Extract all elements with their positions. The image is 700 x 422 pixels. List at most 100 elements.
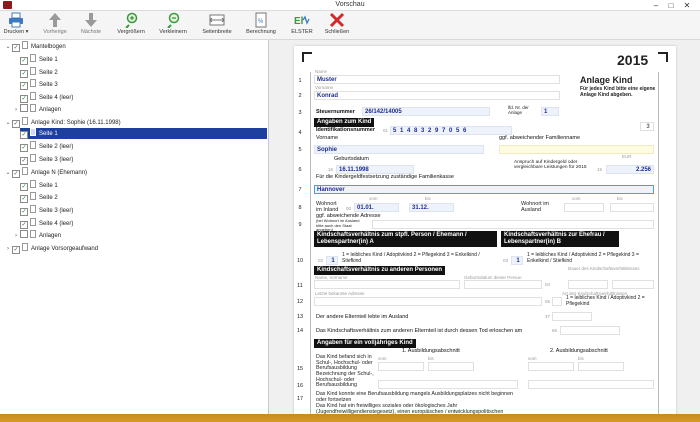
expand-icon[interactable]: ›: [12, 231, 20, 242]
checkbox[interactable]: ✓: [20, 70, 28, 78]
relation-b-field[interactable]: 1: [511, 256, 523, 265]
section-other-persons-header: Kindschaftsverhältnis zu anderen Persone…: [314, 266, 446, 275]
firstname-field[interactable]: Konrad: [314, 91, 560, 100]
collapse-icon[interactable]: ⌄: [4, 118, 12, 129]
close-window-button[interactable]: ✕: [681, 0, 693, 11]
calculator-icon: %: [255, 12, 267, 28]
previous-button[interactable]: Vorherige: [40, 12, 70, 39]
minimize-button[interactable]: –: [650, 0, 662, 11]
checkbox[interactable]: ✓: [20, 95, 28, 103]
tree-node-mantelbogen[interactable]: ⌄ ✓ Mantelbogen: [4, 41, 66, 52]
collapse-icon[interactable]: ⌄: [4, 168, 12, 179]
row16-field-2[interactable]: [528, 380, 654, 389]
checkbox[interactable]: ✓: [20, 208, 28, 216]
next-button[interactable]: Nächste: [77, 12, 105, 39]
form-year: 2015: [617, 52, 649, 68]
idno-field[interactable]: 5 1 4 8 3 2 9 7 0 5 6: [390, 126, 512, 135]
checkbox[interactable]: ✓: [20, 57, 28, 65]
ausland-to-field[interactable]: [610, 203, 654, 212]
folder-icon: [22, 117, 28, 125]
row13-field[interactable]: [560, 326, 620, 335]
zoom-out-button[interactable]: Verkleinern: [155, 12, 191, 39]
birth-field[interactable]: 16.11.1998: [336, 165, 414, 174]
art-field[interactable]: [552, 297, 562, 306]
checkbox[interactable]: [20, 104, 28, 112]
relation-a-code: 02: [318, 258, 324, 263]
checkbox[interactable]: ✓: [12, 120, 20, 128]
name-field[interactable]: Muster: [314, 75, 560, 84]
tree-node-anlage-n[interactable]: ⌄ ✓ Anlage N (Ehemann): [4, 167, 87, 178]
expand-icon[interactable]: ›: [12, 105, 20, 116]
tree-node-page[interactable]: ✓ Seite 3 (leer): [20, 154, 73, 165]
wohnort-to-field[interactable]: 31.12.: [409, 203, 454, 212]
row16-field-1[interactable]: [378, 380, 518, 389]
page-icon: [30, 104, 36, 112]
elster-button[interactable]: El ELSTER: [288, 12, 316, 39]
ausland-from-field[interactable]: [564, 203, 604, 212]
kindergeld-field[interactable]: 2.256: [606, 165, 654, 174]
row15-from-2[interactable]: [528, 362, 574, 371]
other-dauer-to-field[interactable]: [612, 280, 654, 289]
to-hint-3: bis: [428, 356, 434, 361]
other-birth-field[interactable]: [464, 280, 542, 289]
tree-node-page[interactable]: ✓ Seite 1: [20, 54, 58, 65]
birth-label: Geburtsdatum: [334, 156, 369, 162]
tree-node-page[interactable]: ✓ Seite 3 (leer): [20, 205, 73, 216]
tree-node-page[interactable]: ✓ Seite 2 (leer): [20, 141, 73, 152]
taxno-field[interactable]: 26/142/14005: [362, 107, 490, 116]
tree-node-page[interactable]: ✓ Seite 4 (leer): [20, 218, 73, 229]
tree-node-page[interactable]: ✓ Seite 1: [20, 180, 58, 191]
other-address-field[interactable]: [314, 297, 542, 306]
checkbox[interactable]: ✓: [20, 221, 28, 229]
page-icon: [30, 92, 36, 100]
row15-to-1[interactable]: [428, 362, 474, 371]
row15-to-2[interactable]: [578, 362, 624, 371]
wohnort-from-field[interactable]: 01.01.: [354, 203, 399, 212]
address-field[interactable]: [372, 220, 654, 229]
tree-node-anlage-kind[interactable]: ⌄ ✓ Anlage Kind: Sophie (16.11.1998): [4, 117, 121, 128]
checkbox[interactable]: ✓: [20, 183, 28, 191]
lfd-field[interactable]: 1: [541, 107, 559, 116]
page-width-button[interactable]: Seitenbreite: [198, 12, 236, 39]
checkbox[interactable]: ✓: [20, 157, 28, 165]
checkbox[interactable]: ✓: [20, 144, 28, 152]
other-name-field[interactable]: [314, 280, 460, 289]
tree-node-page[interactable]: ✓ Seite 3: [20, 79, 58, 90]
checkbox[interactable]: ✓: [12, 246, 20, 254]
tree-node-page-selected[interactable]: ✓ Seite 1: [20, 128, 267, 139]
other-family-field[interactable]: [499, 145, 654, 154]
relation-a-field[interactable]: 1: [326, 256, 338, 265]
tree-node-page[interactable]: ✓ Seite 4 (leer): [20, 92, 73, 103]
tree-node-vorsorgeaufwand[interactable]: › ✓ Anlage Vorsorgeaufwand: [4, 243, 98, 254]
zoom-in-button[interactable]: Vergrößern: [113, 12, 149, 39]
tree-node-anlagen[interactable]: › Anlagen: [12, 104, 61, 115]
calculation-button[interactable]: % Berechnung: [242, 12, 280, 39]
tree-node-page[interactable]: ✓ Seite 2: [20, 192, 58, 203]
relation-b-code: 03: [503, 258, 509, 263]
preview-area[interactable]: 2015 Name 1 Muster Vorname 2 Konrad Anla…: [270, 40, 700, 414]
row12-field[interactable]: [552, 312, 592, 321]
tree-label: Seite 2: [39, 70, 58, 76]
tree-node-anlagen[interactable]: › Anlagen: [12, 230, 61, 241]
checkbox[interactable]: ✓: [20, 131, 28, 139]
checkbox[interactable]: ✓: [12, 170, 20, 178]
maximize-button[interactable]: □: [665, 0, 677, 11]
checkbox[interactable]: ✓: [12, 44, 20, 52]
tree-node-page[interactable]: ✓ Seite 2: [20, 67, 58, 78]
collapse-icon[interactable]: ⌄: [4, 42, 12, 53]
other-dauer-from-field[interactable]: [568, 280, 608, 289]
familienkasse-field[interactable]: Hannover: [314, 185, 654, 194]
checkbox[interactable]: ✓: [20, 195, 28, 203]
expand-icon[interactable]: ›: [4, 244, 12, 255]
tree-label: Anlagen: [39, 233, 62, 239]
close-button[interactable]: Schließen: [322, 12, 352, 39]
idno-code: 01: [383, 128, 389, 133]
row15-from-1[interactable]: [378, 362, 424, 371]
checkbox[interactable]: ✓: [20, 82, 28, 90]
idno-box[interactable]: 3: [640, 122, 654, 131]
print-button[interactable]: Drucken ▾: [3, 12, 29, 39]
kindergeld-unit: EUR: [622, 154, 632, 159]
checkbox[interactable]: [20, 230, 28, 238]
child-firstname-field[interactable]: Sophie: [314, 145, 484, 154]
tree-label: Seite 2 (leer): [39, 144, 74, 150]
